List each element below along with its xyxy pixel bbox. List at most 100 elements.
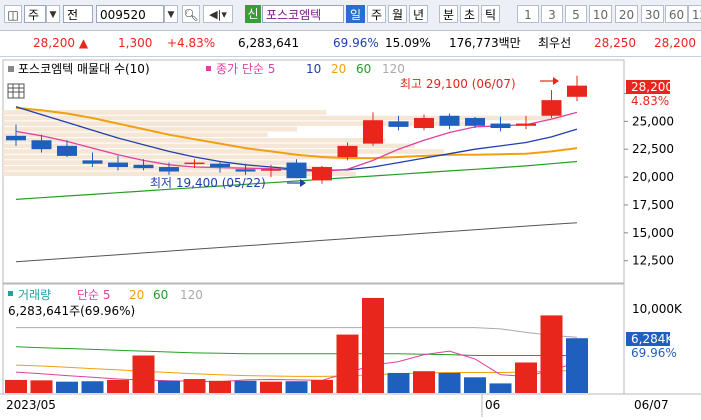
- candle-body-2[interactable]: [57, 145, 77, 156]
- last-volume-pct-tag: 69.96%: [631, 346, 677, 360]
- interval-button-20[interactable]: 20: [615, 5, 638, 23]
- volume-bar-10[interactable]: [260, 381, 282, 393]
- candle-body-3[interactable]: [82, 160, 103, 164]
- candle-body-21[interactable]: [541, 100, 562, 116]
- legend-volume-title: 거래량: [18, 288, 51, 302]
- legend-ma-marker-icon: [206, 66, 211, 71]
- candle-body-12[interactable]: [312, 167, 332, 181]
- price-volume-chart[interactable]: 25,000 22,500 20,000 17,500 15,000 12,500 포스코…: [0, 57, 701, 417]
- interval-button-30[interactable]: 30: [641, 5, 664, 23]
- legend-vol-ma120: 120: [180, 288, 203, 302]
- volume-bar-15[interactable]: [387, 372, 410, 393]
- chevron-down-icon[interactable]: ▼: [46, 5, 60, 23]
- candle-body-8[interactable]: [210, 163, 230, 168]
- high-annotation: 최고 29,100 (06/07): [400, 77, 516, 91]
- volume-bar-4[interactable]: [107, 379, 129, 393]
- legend-marker-icon: [8, 66, 14, 72]
- candle-body-13[interactable]: [337, 145, 358, 158]
- candle-body-5[interactable]: [133, 164, 154, 169]
- volume-bar-11[interactable]: [285, 381, 308, 393]
- legend-ma20: 20: [331, 62, 346, 76]
- candle-body-20[interactable]: [516, 123, 536, 126]
- tab-3[interactable]: 년: [409, 5, 428, 23]
- x-label-last-date: 06/07: [634, 398, 669, 412]
- interval-button-12[interactable]: 12: [688, 5, 701, 23]
- candle-body-0[interactable]: [6, 135, 26, 141]
- candle-body-7[interactable]: [184, 162, 205, 165]
- volume-bar-0[interactable]: [5, 379, 27, 393]
- tab-2[interactable]: 월: [388, 5, 407, 23]
- candle-body-1[interactable]: [31, 140, 52, 150]
- volume-bar-13[interactable]: [336, 334, 359, 393]
- legend-ma60: 60: [356, 62, 371, 76]
- candle-body-6[interactable]: [159, 167, 179, 172]
- candle-body-19[interactable]: [490, 123, 511, 129]
- tab-5[interactable]: 초: [460, 5, 479, 23]
- candle-body-22[interactable]: [567, 85, 587, 97]
- interval-button-60[interactable]: 60: [665, 5, 688, 23]
- volume-bar-1[interactable]: [30, 380, 53, 393]
- volume-value: 6,283,641: [238, 36, 300, 50]
- data-table-icon[interactable]: [7, 83, 25, 99]
- volume-bar-19[interactable]: [489, 383, 512, 393]
- candle-body-4[interactable]: [108, 162, 128, 168]
- legend-stock-profile: 포스코엠텍 매물대 수(10): [18, 62, 150, 76]
- candle-body-11[interactable]: [286, 162, 307, 179]
- volume-bar-14[interactable]: [362, 297, 384, 393]
- volume-readout: 6,283,641주(69.96%): [8, 304, 135, 318]
- period-kind-select[interactable]: 전: [63, 5, 93, 23]
- candle-body-16[interactable]: [414, 117, 434, 129]
- volume-bar-18[interactable]: [464, 377, 486, 393]
- volume-bar-2[interactable]: [56, 381, 78, 393]
- best-ask-1: 28,250: [594, 36, 636, 50]
- volume-bar-12[interactable]: [311, 379, 333, 393]
- current-price: 28,200 ▲: [33, 36, 89, 50]
- window-icon[interactable]: ◫: [4, 5, 22, 23]
- volume-bar-17[interactable]: [438, 372, 461, 393]
- search-icon[interactable]: 🔍︎: [182, 5, 200, 23]
- candle-body-15[interactable]: [388, 121, 409, 127]
- volume-bar-3[interactable]: [81, 381, 104, 393]
- legend-ma120: 120: [382, 62, 405, 76]
- volume-bar-16[interactable]: [413, 371, 435, 393]
- volume-bar-5[interactable]: [132, 355, 155, 393]
- volume-bar-20[interactable]: [515, 362, 537, 393]
- volume-axis-tick: 10,000K: [632, 302, 683, 316]
- interval-button-5[interactable]: 5: [565, 5, 587, 23]
- low-annotation: 최저 19,400 (05/22): [150, 176, 266, 190]
- chart-frame: 25,000 22,500 20,000 17,500 15,000 12,500 포스코…: [0, 57, 701, 417]
- price-axis-ticks: 25,000 22,500 20,000 17,500 15,000 12,500: [624, 92, 674, 268]
- candle-body-10[interactable]: [261, 169, 281, 171]
- tab-1[interactable]: 주: [367, 5, 386, 23]
- trade-amount: 176,773백만: [449, 36, 521, 50]
- candle-body-18[interactable]: [465, 117, 485, 126]
- legend-vol-ma60: 60: [153, 288, 168, 302]
- tab-0[interactable]: 일: [346, 5, 365, 23]
- volume-bar-7[interactable]: [183, 379, 206, 393]
- x-label-june: 06: [485, 398, 500, 412]
- legend-vol-ma5: 단순 5: [77, 288, 111, 302]
- volume-bar-21[interactable]: [540, 315, 563, 393]
- code-dropdown-icon[interactable]: ▼: [164, 5, 178, 23]
- stock-code-input[interactable]: 009520: [96, 5, 164, 23]
- volume-bar-8[interactable]: [209, 380, 231, 393]
- volume-bar-6[interactable]: [158, 380, 180, 393]
- up-triangle-icon: ▲: [78, 36, 89, 50]
- market-select[interactable]: 주: [24, 5, 46, 23]
- interval-button-10[interactable]: 10: [589, 5, 612, 23]
- interval-button-1[interactable]: 1: [517, 5, 539, 23]
- volume-bar-22[interactable]: [566, 338, 588, 393]
- tab-4[interactable]: 분: [439, 5, 458, 23]
- best-ask-2: 28,200: [654, 36, 696, 50]
- volume-bar-9[interactable]: [234, 380, 257, 393]
- candle-body-17[interactable]: [439, 115, 460, 126]
- interval-button-3[interactable]: 3: [541, 5, 563, 23]
- legend-ma10: 10: [306, 62, 321, 76]
- volume-ratio: 69.96%: [333, 36, 379, 50]
- speaker-icon[interactable]: ◀|▾: [203, 5, 233, 23]
- stock-name[interactable]: 포스코엠텍: [262, 5, 344, 23]
- period-kind-label: 전: [67, 8, 79, 22]
- candle-body-9[interactable]: [235, 169, 256, 172]
- tab-6[interactable]: 틱: [481, 5, 500, 23]
- candle-body-14[interactable]: [363, 120, 383, 144]
